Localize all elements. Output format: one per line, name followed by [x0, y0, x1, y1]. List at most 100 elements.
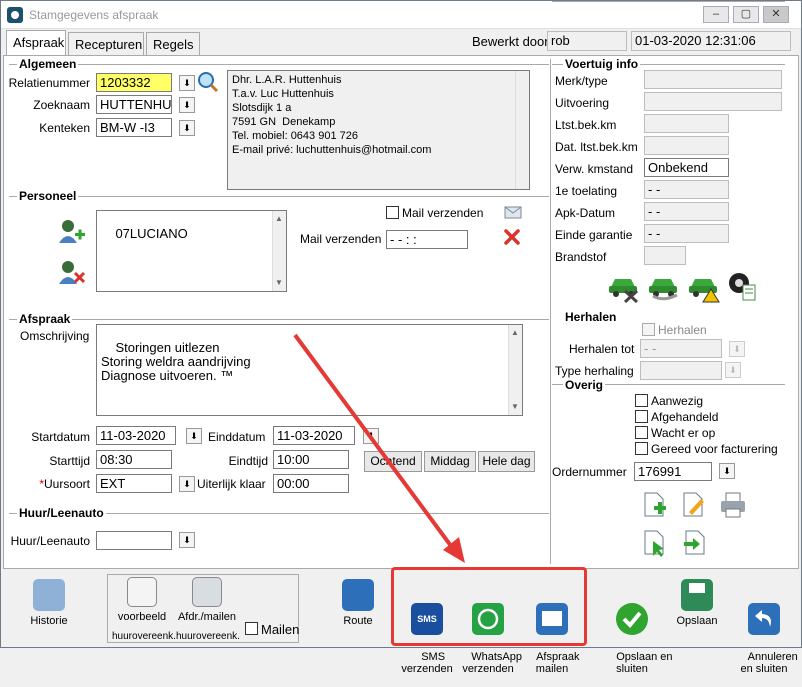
afspraak-mailen-button[interactable]: Afspraak mailen [524, 579, 580, 687]
ordernummer-dropdown-icon[interactable]: ⬇ [719, 463, 735, 479]
select-document-icon[interactable] [642, 529, 668, 557]
car-repair-icon[interactable] [607, 269, 643, 303]
address-scrollbar[interactable] [515, 71, 529, 189]
algemeen-title: Algemeen [17, 57, 79, 71]
tab-afspraak[interactable]: Afspraak [6, 30, 66, 56]
sms-verzenden-button[interactable]: SMS SMS verzenden [400, 579, 454, 687]
apk-label: Apk-Datum [555, 206, 616, 220]
afspraak-mailen-label: Afspraak mailen [535, 651, 580, 675]
kenteken-input[interactable]: BM-W -I3 [96, 118, 172, 137]
personeel-list[interactable]: 07LUCIANO [96, 210, 287, 292]
ordernummer-input[interactable]: 176991 [634, 462, 712, 481]
datetime-field: 01-03-2020 12:31:06 [631, 31, 791, 51]
merk-field [644, 70, 782, 89]
mailen-checkbox[interactable] [245, 622, 258, 635]
omschrijving-label: Omschrijving [20, 329, 90, 343]
uursoort-dropdown-icon[interactable]: ⬇ [179, 476, 195, 492]
huurovereenk-label-1: huurovereenk. [112, 631, 176, 642]
ochtend-button[interactable]: Ochtend [364, 451, 422, 472]
whatsapp-icon [472, 603, 504, 635]
startdatum-dropdown-icon[interactable]: ⬇ [186, 428, 202, 444]
personeel-item[interactable]: 07LUCIANO [115, 226, 187, 241]
eindtijd-label: Eindtijd [228, 454, 268, 468]
scroll-icon [33, 579, 65, 611]
omschrijving-scrollbar[interactable] [508, 325, 522, 415]
route-icon [342, 579, 374, 611]
tire-document-icon[interactable] [727, 269, 759, 303]
edit-document-icon[interactable] [681, 491, 707, 519]
wacht-label: Wacht er op [651, 426, 716, 440]
bewerkt-door-label: Bewerkt door [472, 34, 549, 49]
type-herhaling-label: Type herhaling [555, 364, 634, 378]
afgehandeld-checkbox[interactable] [635, 410, 648, 423]
voorbeeld-button[interactable]: voorbeeld [117, 577, 167, 623]
huur-dropdown-icon[interactable]: ⬇ [179, 532, 195, 548]
route-label: Route [343, 615, 373, 627]
maximize-button[interactable]: ▢ [733, 6, 759, 23]
car-wash-icon[interactable] [647, 269, 683, 303]
kenteken-label: Kenteken [39, 121, 90, 135]
aanwezig-label: Aanwezig [651, 394, 704, 408]
tab-recepturen[interactable]: Recepturen [68, 32, 144, 55]
historie-button[interactable]: Historie [27, 579, 71, 627]
remove-person-icon[interactable] [57, 258, 87, 286]
toelating-label: 1e toelating [555, 184, 618, 198]
herhalen-checkbox[interactable] [642, 323, 655, 336]
route-button[interactable]: Route [338, 579, 378, 627]
zoeknaam-dropdown-icon[interactable]: ⬇ [179, 97, 195, 113]
annuleren-label: Annuleren en sluiten [740, 651, 798, 675]
search-icon[interactable] [197, 71, 219, 93]
uiterlijk-klaar-input[interactable]: 00:00 [273, 474, 349, 493]
wacht-checkbox[interactable] [635, 426, 648, 439]
relatienummer-input[interactable]: 1203332 [96, 73, 172, 92]
app-icon [7, 7, 23, 23]
title-bar: Stamgegevens afspraak – ▢ ✕ [1, 1, 801, 29]
herhalen-tot-dropdown-icon: ⬇ [729, 341, 745, 357]
startdatum-input[interactable]: 11-03-2020 [96, 426, 176, 445]
afdr-mailen-label: Afdr./mailen [177, 611, 237, 623]
car-warning-icon[interactable] [687, 269, 723, 303]
uursoort-input[interactable]: EXT [96, 474, 172, 493]
annuleren-en-sluiten-button[interactable]: Annuleren en sluiten [736, 579, 798, 687]
hele-dag-button[interactable]: Hele dag [478, 451, 535, 472]
opslaan-button[interactable]: Opslaan [673, 579, 721, 627]
eindtijd-input[interactable]: 10:00 [273, 450, 349, 469]
window: Stamgegevens afspraak – ▢ ✕ Afspraak Rec… [0, 0, 802, 675]
export-document-icon[interactable] [681, 529, 707, 557]
new-document-icon[interactable] [642, 491, 668, 519]
huur-input[interactable] [96, 531, 172, 550]
personeel-title: Personeel [17, 189, 79, 203]
address-block: Dhr. L.A.R. Huttenhuis T.a.v. Luc Hutten… [227, 70, 530, 190]
mail-verzenden-label: Mail verzenden [300, 232, 382, 246]
add-person-icon[interactable] [57, 217, 87, 245]
einddatum-input[interactable]: 11-03-2020 [273, 426, 355, 445]
tab-regels[interactable]: Regels [146, 32, 200, 55]
delete-icon[interactable] [504, 229, 520, 245]
huur-label: Huur/Leenauto [10, 534, 90, 548]
middag-button[interactable]: Middag [424, 451, 476, 472]
whatsapp-verzenden-button[interactable]: WhatsApp verzenden [459, 579, 522, 687]
mail-verzenden-input[interactable]: - - : : [386, 230, 468, 249]
mail-icon[interactable] [504, 204, 522, 220]
zoeknaam-input[interactable]: HUTTENHU1 [96, 95, 172, 114]
huur-title: Huur/Leenauto [17, 506, 106, 520]
relatienummer-dropdown-icon[interactable]: ⬇ [179, 75, 195, 91]
verw-field[interactable]: Onbekend [644, 158, 729, 177]
type-herhaling-field [640, 361, 722, 380]
opslaan-en-sluiten-button[interactable]: Opslaan en sluiten [604, 579, 673, 687]
omschrijving-textarea[interactable]: Storingen uitlezen Storing weldra aandri… [96, 324, 523, 416]
mail-verzenden-checkbox[interactable] [386, 206, 399, 219]
gereed-checkbox[interactable] [635, 442, 648, 455]
personeel-scrollbar[interactable] [272, 211, 286, 291]
herhalen-tot-field: - - [640, 339, 722, 358]
kenteken-dropdown-icon[interactable]: ⬇ [179, 120, 195, 136]
aanwezig-checkbox[interactable] [635, 394, 648, 407]
print-icon[interactable] [719, 491, 747, 519]
minimize-button[interactable]: – [703, 6, 729, 23]
close-button[interactable]: ✕ [763, 6, 789, 23]
starttijd-input[interactable]: 08:30 [96, 450, 172, 469]
herhalen-tot-label: Herhalen tot [569, 342, 635, 356]
afdr-mailen-button[interactable]: Afdr./mailen [177, 577, 237, 623]
einddatum-dropdown-icon[interactable]: ⬇ [363, 428, 379, 444]
verw-label: Verw. kmstand [555, 162, 634, 176]
